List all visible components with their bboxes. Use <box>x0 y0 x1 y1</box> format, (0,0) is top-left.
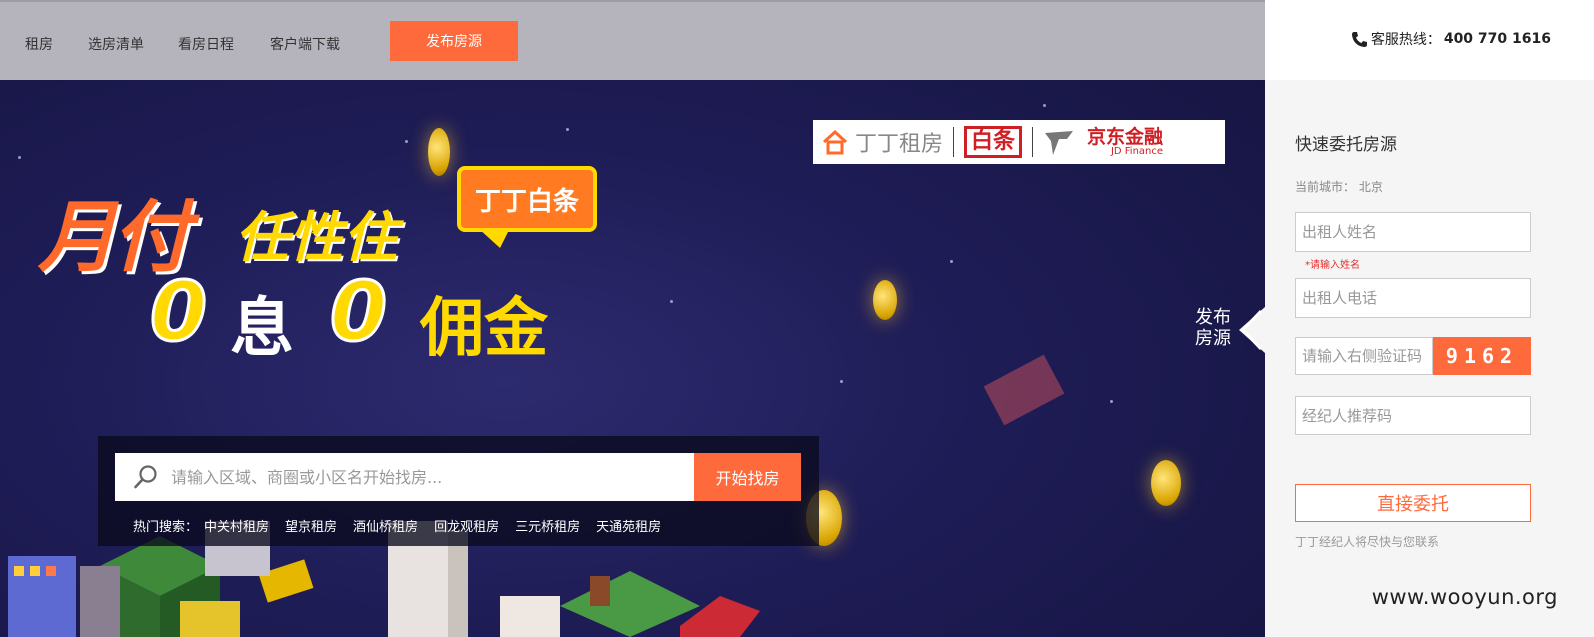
nav-item-app-download[interactable]: 客户端下载 <box>270 34 340 54</box>
page: 租房 选房清单 看房日程 客户端下载 发布房源 丁丁租房 白条 京东金融 JD … <box>0 0 1594 637</box>
nav-item-schedule[interactable]: 看房日程 <box>178 34 234 54</box>
jd-finance-cn: 京东金融 <box>1087 125 1164 148</box>
slogan-zero: 0 <box>148 264 208 362</box>
hot-search-link[interactable]: 回龙观租房 <box>434 516 499 535</box>
hotline-label: 客服热线： <box>1370 32 1441 48</box>
house-icon <box>822 129 848 155</box>
hot-search-link[interactable]: 天通苑租房 <box>596 516 661 535</box>
watermark: www.wooyun.org <box>1371 585 1558 609</box>
nav-item-shortlist[interactable]: 选房清单 <box>88 34 144 54</box>
hot-search-link[interactable]: 酒仙桥租房 <box>353 516 418 535</box>
search-button[interactable]: 开始找房 <box>694 453 801 501</box>
search-box <box>115 453 695 501</box>
landlord-phone-input[interactable] <box>1295 278 1531 318</box>
slogan-interest: 息 <box>230 292 294 366</box>
form-title: 快速委托房源 <box>1295 135 1397 155</box>
referral-code-input[interactable] <box>1295 396 1531 435</box>
slogan-commission: 佣金 <box>420 292 548 366</box>
slogan-stay-freely: 任性住 <box>235 206 397 269</box>
publish-side-tab[interactable]: 发布 房源 <box>1195 307 1265 353</box>
nav-item-rent[interactable]: 租房 <box>25 34 53 54</box>
name-error-message: *请输入姓名 <box>1305 260 1360 271</box>
bubble-tail <box>478 228 510 248</box>
baitiao-bubble: 丁丁白条 <box>457 166 597 232</box>
dingding-brand-text: 丁丁租房 <box>855 132 944 157</box>
entrust-submit-button[interactable]: 直接委托 <box>1295 484 1531 522</box>
captcha-image[interactable]: 9162 <box>1433 337 1531 375</box>
hotline: 客服热线： 400 770 1616 <box>1351 29 1551 49</box>
current-city: 当前城市： 北京 <box>1295 178 1383 195</box>
hot-search-label: 热门搜索： <box>133 520 199 535</box>
landlord-name-input[interactable] <box>1295 212 1531 252</box>
hotline-bar: 客服热线： 400 770 1616 <box>1265 0 1594 80</box>
publish-listing-button[interactable]: 发布房源 <box>390 21 518 61</box>
search-icon <box>134 465 157 489</box>
partner-banner: 丁丁租房 白条 京东金融 JD Finance <box>813 120 1225 164</box>
banknote-illustration <box>983 354 1065 426</box>
current-city-value: 北京 <box>1358 180 1383 194</box>
hot-search-link[interactable]: 中关村租房 <box>204 516 269 535</box>
hot-search-link[interactable]: 三元桥租房 <box>515 516 580 535</box>
slogan-zero: 0 <box>328 264 388 362</box>
chevron-left-icon <box>1239 307 1265 353</box>
search-panel: 开始找房 热门搜索： 中关村租房 望京租房 酒仙桥租房 回龙观租房 三元桥租房 … <box>98 436 819 546</box>
hot-searches: 热门搜索： 中关村租房 望京租房 酒仙桥租房 回龙观租房 三元桥租房 天通苑租房 <box>133 516 661 535</box>
divider <box>1032 127 1034 157</box>
captcha-input[interactable] <box>1295 337 1433 375</box>
quick-entrust-panel: 客服热线： 400 770 1616 快速委托房源 当前城市： 北京 *请输入姓… <box>1265 0 1594 637</box>
jd-finance-logo: 京东金融 JD Finance <box>1087 125 1164 157</box>
top-nav: 租房 选房清单 看房日程 客户端下载 发布房源 <box>0 0 1265 80</box>
phone-icon <box>1351 31 1367 47</box>
dingding-logo: 丁丁租房 <box>821 126 943 158</box>
hot-search-link[interactable]: 望京租房 <box>285 516 337 535</box>
divider <box>953 127 955 157</box>
contact-note: 丁丁经纪人将尽快与您联系 <box>1295 535 1440 549</box>
jd-dog-icon <box>1045 131 1074 155</box>
jd-finance-en: JD Finance <box>1110 145 1164 157</box>
baitiao-logo: 白条 <box>964 126 1023 158</box>
hero-area: 租房 选房清单 看房日程 客户端下载 发布房源 丁丁租房 白条 京东金融 JD … <box>0 0 1265 637</box>
hotline-number: 400 770 1616 <box>1443 31 1551 47</box>
current-city-label: 当前城市： <box>1295 180 1356 194</box>
search-input[interactable] <box>171 453 691 501</box>
